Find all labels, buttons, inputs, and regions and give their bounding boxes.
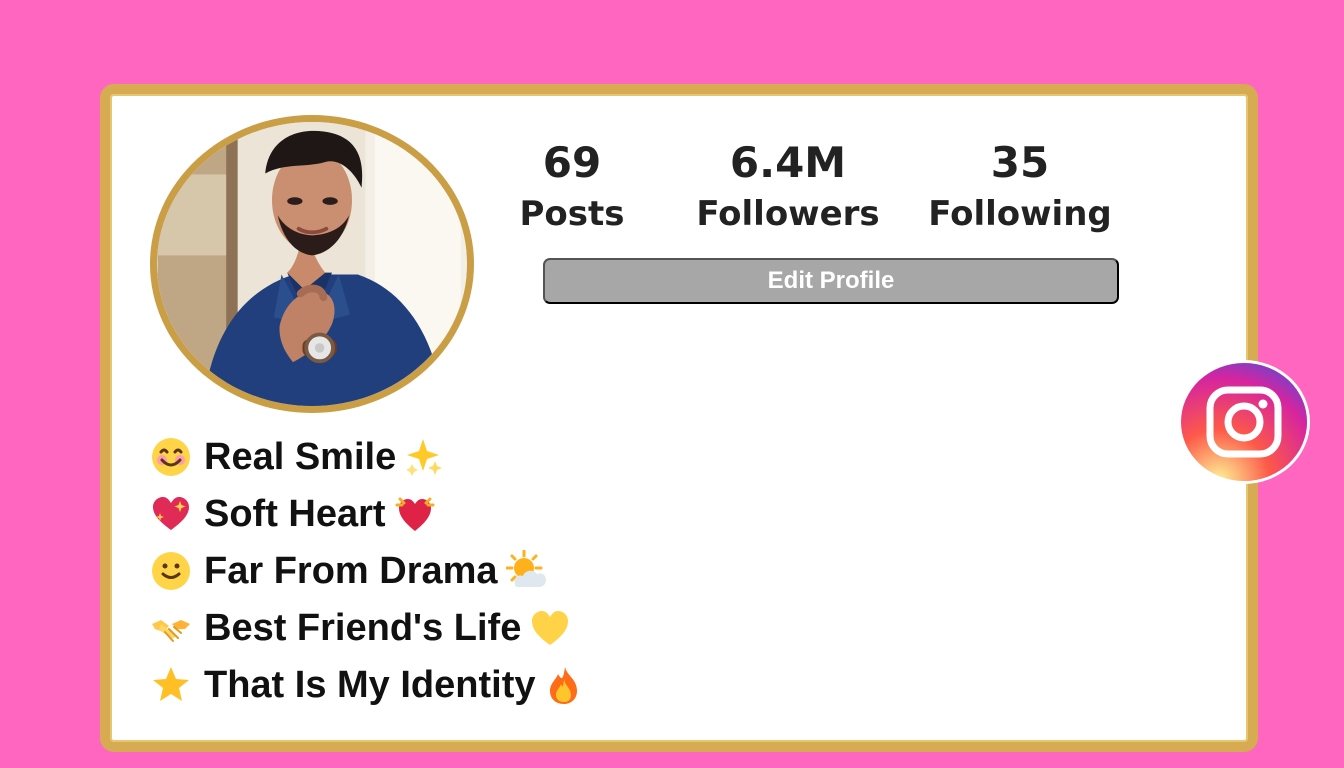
beating-heart-icon bbox=[394, 493, 436, 535]
bio-line-real-smile: Real Smile bbox=[150, 428, 670, 485]
following-label: Following bbox=[928, 194, 1112, 234]
bio-line-identity: That Is My Identity bbox=[150, 656, 670, 713]
fire-icon bbox=[543, 664, 585, 706]
bio-line-far-from-drama: Far From Drama bbox=[150, 542, 670, 599]
instagram-logo-icon bbox=[1181, 363, 1307, 481]
sun-behind-cloud-icon bbox=[505, 549, 548, 592]
bio-line-text: Best Friend's Life bbox=[204, 606, 522, 649]
bio-line-soft-heart: Soft Heart bbox=[150, 485, 670, 542]
star-icon bbox=[150, 664, 192, 706]
edit-profile-button[interactable]: Edit Profile bbox=[543, 258, 1119, 304]
posts-label: Posts bbox=[519, 194, 625, 234]
bio-line-text: Soft Heart bbox=[204, 492, 386, 535]
followers-label: Followers bbox=[696, 194, 880, 234]
bio-line-best-friends-life: Best Friend's Life bbox=[150, 599, 670, 656]
slight-smile-icon bbox=[150, 550, 192, 592]
posts-stat[interactable]: 69 Posts bbox=[508, 138, 636, 235]
sparkles-icon bbox=[404, 436, 446, 478]
smiling-face-icon bbox=[150, 436, 192, 478]
followers-stat[interactable]: 6.4M Followers bbox=[690, 138, 886, 235]
bio-line-text: Real Smile bbox=[204, 435, 397, 478]
bio-line-text: Far From Drama bbox=[204, 549, 498, 592]
posts-count: 69 bbox=[542, 138, 602, 187]
avatar[interactable] bbox=[150, 115, 474, 413]
following-stat[interactable]: 35 Following bbox=[922, 138, 1118, 235]
bio-line-text: That Is My Identity bbox=[204, 663, 536, 706]
following-count: 35 bbox=[990, 138, 1050, 187]
yellow-heart-icon bbox=[529, 607, 571, 649]
profile-photo bbox=[157, 122, 467, 406]
followers-count: 6.4M bbox=[729, 138, 847, 187]
sparkling-heart-icon bbox=[150, 493, 192, 535]
handshake-icon bbox=[150, 607, 192, 649]
bio-list: Real Smile Soft Heart Far From Drama Bes… bbox=[150, 428, 670, 713]
